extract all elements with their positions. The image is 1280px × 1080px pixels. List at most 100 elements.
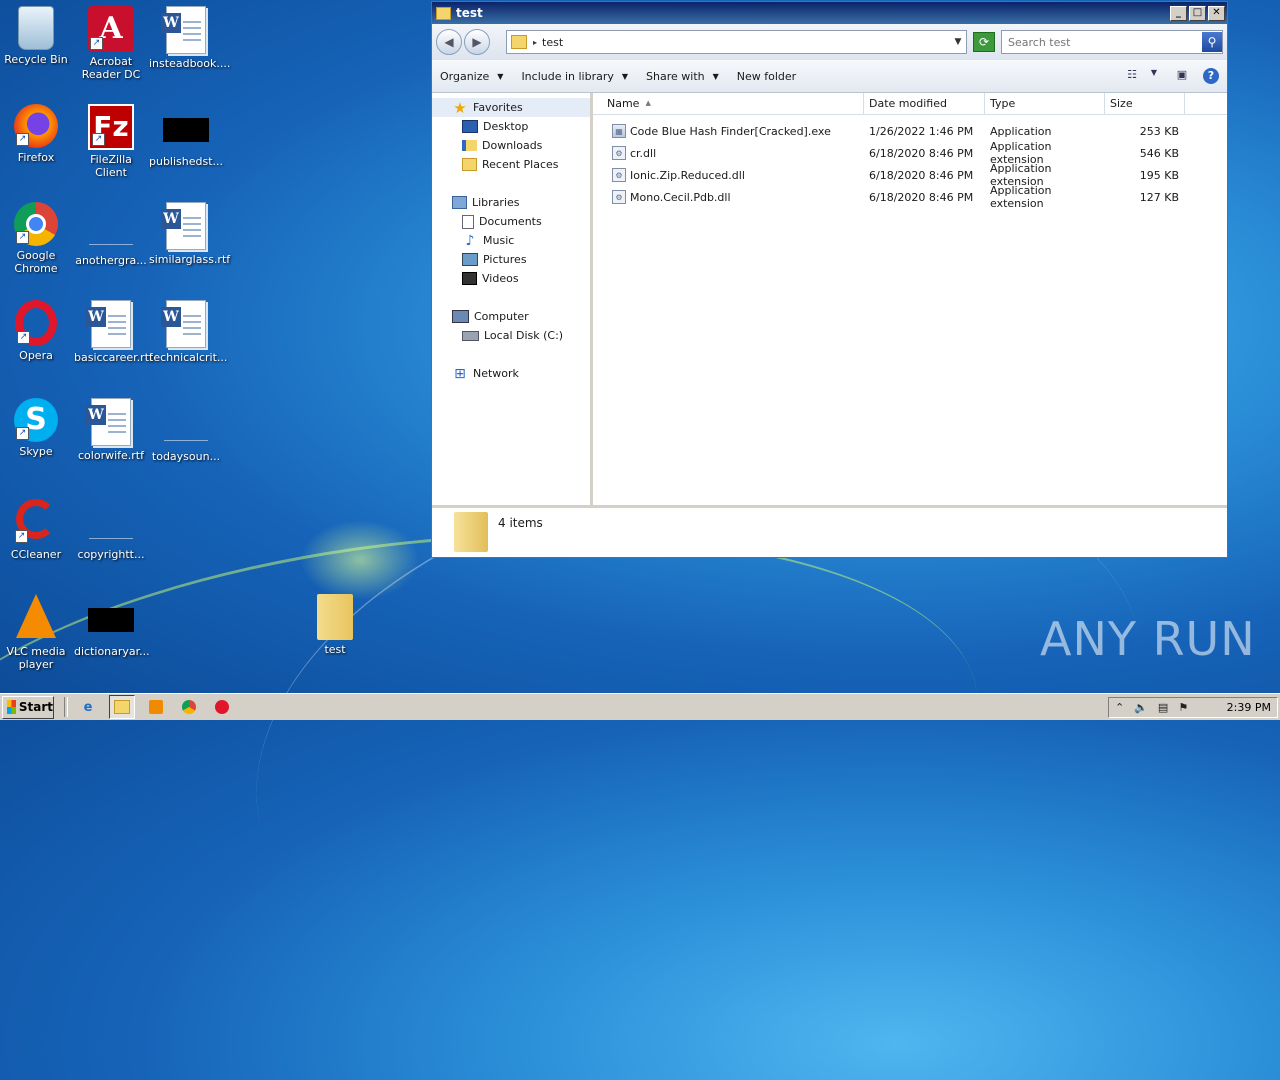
desktop-icon-anothergra[interactable]: anothergra... <box>74 202 148 267</box>
desktop-icon-similarglass[interactable]: W similarglass.rtf <box>149 202 230 266</box>
include-in-library-button[interactable]: Include in library ▼ <box>521 70 628 83</box>
system-tray: ⌃ 🔈 ▤ ⚑ 2:39 PM <box>1108 696 1278 718</box>
start-button[interactable]: Start <box>2 695 54 719</box>
desktop-icon-technicalcrit[interactable]: W technicalcrit... <box>149 300 227 364</box>
desktop-icon-label: publishedst... <box>149 155 224 168</box>
taskbar-chrome-button[interactable] <box>177 696 201 718</box>
refresh-button[interactable]: ⟳ <box>973 32 995 52</box>
desktop-icon-label: Recycle Bin <box>4 53 68 66</box>
nav-local-disk[interactable]: Local Disk (C:) <box>432 326 590 345</box>
word-document-icon: W <box>161 6 206 54</box>
chevron-up-icon[interactable]: ⌃ <box>1115 701 1124 714</box>
nav-libraries[interactable]: Libraries <box>432 193 590 212</box>
maximize-button[interactable]: □ <box>1189 5 1206 21</box>
network-tray-icon[interactable]: ▤ <box>1158 701 1168 714</box>
chevron-down-icon: ▼ <box>497 71 504 81</box>
taskbar-ie-button[interactable]: e <box>76 696 100 718</box>
desktop-icon-label: Opera <box>19 349 53 362</box>
nav-documents[interactable]: Documents <box>432 212 590 231</box>
close-button[interactable]: ✕ <box>1208 5 1225 21</box>
column-header-type[interactable]: Type <box>985 93 1105 114</box>
address-bar[interactable]: ▸ test ▼ <box>506 30 967 54</box>
desktop-icon-basiccareer[interactable]: W basiccareer.rtf <box>74 300 153 364</box>
desktop-icon-filezilla[interactable]: Fz ↗ FileZilla Client <box>74 104 148 179</box>
nav-videos[interactable]: Videos <box>432 269 590 288</box>
desktop-icon-label: FileZilla Client <box>90 153 132 179</box>
desktop-icon-test-folder[interactable]: test <box>298 594 372 656</box>
nav-desktop[interactable]: Desktop <box>432 117 590 136</box>
desktop-icon-skype[interactable]: S ↗ Skype <box>0 398 73 458</box>
action-center-flag-icon[interactable]: ⚑ <box>1178 701 1188 714</box>
desktop-icon-label: Acrobat Reader DC <box>81 55 141 81</box>
nav-music[interactable]: ♪ Music <box>432 231 590 250</box>
nav-downloads[interactable]: Downloads <box>432 136 590 155</box>
nav-computer[interactable]: Computer <box>432 307 590 326</box>
nav-recent-places[interactable]: Recent Places <box>432 155 590 174</box>
internet-explorer-icon: e <box>83 699 93 715</box>
folder-icon <box>511 35 527 49</box>
disk-icon <box>462 330 479 341</box>
firefox-icon: ↗ <box>14 104 58 148</box>
taskbar-explorer-button[interactable] <box>109 695 135 719</box>
libraries-icon <box>452 196 467 209</box>
word-document-icon: W <box>161 300 206 348</box>
desktop-icon-label: colorwife.rtf <box>78 449 144 462</box>
desktop-icon-todaysoun[interactable]: todaysoun... <box>149 398 223 463</box>
nav-favorites[interactable]: ★ Favorites <box>432 98 590 117</box>
new-folder-button[interactable]: New folder <box>737 70 796 83</box>
taskbar-opera-button[interactable] <box>210 696 234 718</box>
table-row[interactable]: ▦ Code Blue Hash Finder[Cracked].exe 1/26… <box>593 120 1227 142</box>
desktop-icon-colorwife[interactable]: W colorwife.rtf <box>74 398 148 462</box>
downloads-icon <box>462 140 477 151</box>
desktop-icon-firefox[interactable]: ↗ Firefox <box>0 104 73 164</box>
column-header-date[interactable]: Date modified <box>864 93 985 114</box>
organize-button[interactable]: Organize ▼ <box>440 70 503 83</box>
chrome-icon <box>182 700 196 714</box>
search-input[interactable] <box>1002 34 1202 50</box>
details-pane: 4 items <box>432 505 1227 557</box>
search-icon[interactable]: ⚲ <box>1202 32 1222 52</box>
table-row[interactable]: ⚙ Ionic.Zip.Reduced.dll 6/18/2020 8:46 PM… <box>593 162 1227 188</box>
help-icon[interactable]: ? <box>1203 68 1219 84</box>
desktop-icon-chrome[interactable]: ↗ Google Chrome <box>0 202 73 275</box>
desktop-icon-publishedst[interactable]: publishedst... <box>149 104 223 168</box>
forward-button[interactable]: ▶ <box>464 29 490 55</box>
folder-icon <box>436 6 451 20</box>
minimize-button[interactable]: _ <box>1170 5 1187 21</box>
desktop-icon-ccleaner[interactable]: ↗ CCleaner <box>0 496 73 561</box>
desktop-icon-label: basiccareer.rtf <box>74 351 153 364</box>
network-icon: ⊞ <box>454 365 466 382</box>
nav-pictures[interactable]: Pictures <box>432 250 590 269</box>
sort-ascending-icon: ▲ <box>645 99 651 107</box>
share-with-button[interactable]: Share with ▼ <box>646 70 719 83</box>
desktop-icon-dictionaryar[interactable]: dictionaryar... <box>74 594 150 658</box>
desktop-icon-acrobat[interactable]: A ↗ Acrobat Reader DC <box>74 6 148 81</box>
documents-icon <box>462 214 474 229</box>
clock[interactable]: 2:39 PM <box>1227 701 1271 714</box>
chevron-down-icon[interactable]: ▼ <box>1145 68 1163 84</box>
chevron-down-icon[interactable]: ▼ <box>950 37 966 47</box>
desktop-icon-opera[interactable]: ↗ Opera <box>0 300 73 362</box>
table-row[interactable]: ⚙ Mono.Cecil.Pdb.dll 6/18/2020 8:46 PM Ap… <box>593 184 1227 210</box>
desktop-icon-insteadbook[interactable]: W insteadbook.... <box>149 6 230 70</box>
window-titlebar[interactable]: test _ □ ✕ <box>432 2 1227 24</box>
breadcrumb-arrow-icon[interactable]: ▸ <box>533 38 537 47</box>
volume-icon[interactable]: 🔈 <box>1134 701 1148 714</box>
desktop-icon-vlc[interactable]: VLC media player <box>0 594 73 671</box>
column-header-name[interactable]: Name ▲ <box>593 93 864 114</box>
taskbar-media-player-button[interactable] <box>144 696 168 718</box>
table-row[interactable]: ⚙ cr.dll 6/18/2020 8:46 PM Application ex… <box>593 140 1227 166</box>
view-options-icon[interactable]: ☷ <box>1123 68 1141 84</box>
navigation-pane: ★ Favorites Desktop Downloads Recent Plac… <box>432 93 593 505</box>
back-button[interactable]: ◀ <box>436 29 462 55</box>
search-box[interactable]: ⚲ <box>1001 30 1223 54</box>
windows-logo-icon <box>7 700 16 714</box>
preview-pane-icon[interactable]: ▣ <box>1173 68 1191 84</box>
folder-icon <box>317 594 353 640</box>
desktop-icon-label: dictionaryar... <box>74 645 150 658</box>
desktop-icon-recycle-bin[interactable]: Recycle Bin <box>0 6 73 66</box>
videos-icon <box>462 272 477 285</box>
column-header-size[interactable]: Size <box>1105 93 1185 114</box>
desktop-icon-copyrightt[interactable]: copyrightt... <box>74 496 148 561</box>
nav-network[interactable]: ⊞ Network <box>432 364 590 383</box>
